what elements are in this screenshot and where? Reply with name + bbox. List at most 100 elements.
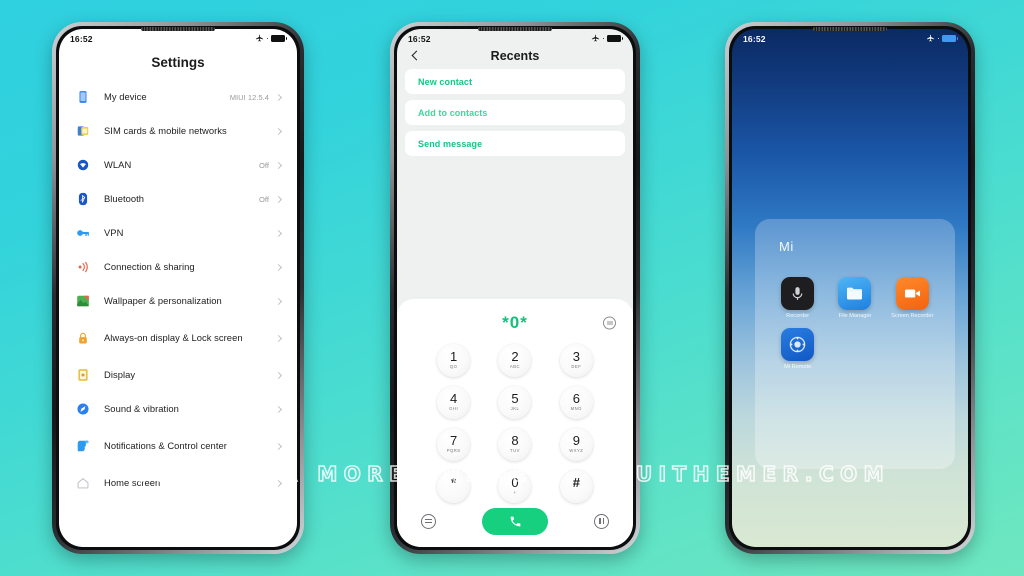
dial-key-0[interactable]: 0 + (498, 469, 532, 503)
page-title: Recents (490, 48, 540, 63)
options-circle-icon[interactable] (603, 316, 616, 330)
chevron-right-icon (274, 127, 283, 135)
remote-control-icon (781, 328, 815, 361)
battery-icon (271, 35, 287, 42)
key-digit: # (572, 474, 580, 490)
dial-key-4[interactable]: 4 GHI (437, 385, 471, 419)
phone-settings: 16:52 Settings My device MIUI 12.5.4 SIM… (52, 22, 304, 554)
microphone-icon (781, 277, 815, 310)
action-add-to-contacts[interactable]: Add to contacts (405, 100, 625, 125)
dial-panel: *0* 1 QO 2 ABC 3 DEF 4 GHI 5 JKL 6 MNO 7… (397, 299, 633, 547)
action-new-contact[interactable]: New contact (405, 69, 625, 94)
settings-item-always-on-display[interactable]: Always-on display & Lock screen (59, 318, 297, 358)
status-time: 16:52 (408, 33, 431, 44)
key-digit: 6 (572, 390, 580, 406)
pause-circle-icon[interactable] (594, 513, 609, 529)
settings-item-label: VPN (104, 227, 124, 239)
wallpaper-background: 16:52 Settings My device MIUI 12.5.4 SIM… (0, 0, 1024, 576)
key-digit: 1 (450, 348, 458, 364)
phone-bezel: 16:52 Mi Recorder File Manager Screen Re… (729, 26, 971, 550)
status-separator-dot (937, 37, 939, 40)
settings-item-my-device[interactable]: My device MIUI 12.5.4 (59, 80, 297, 114)
app-screen-recorder[interactable]: Screen Recorder (884, 277, 941, 320)
video-camera-icon (895, 277, 929, 310)
settings-item-sound-vibration[interactable]: Sound & vibration (59, 392, 297, 426)
chevron-right-icon (274, 334, 283, 342)
app-mi-remote[interactable]: Mi Remote (769, 328, 826, 371)
chevron-right-icon (274, 93, 283, 101)
settings-item-display[interactable]: Display (59, 358, 297, 392)
dial-key-7[interactable]: 7 PQRS (437, 427, 471, 461)
bluetooth-icon (78, 192, 88, 206)
app-file-manager[interactable]: File Manager (826, 277, 883, 320)
dial-key-2[interactable]: 2 ABC (498, 343, 532, 377)
dial-key-star[interactable]: * (437, 469, 471, 503)
dial-key-9[interactable]: 9 WXYZ (559, 427, 593, 461)
chevron-right-icon (274, 229, 283, 237)
settings-list: My device MIUI 12.5.4 SIM cards & mobile… (59, 80, 297, 504)
settings-item-label: Notifications & Control center (104, 440, 227, 452)
settings-item-wlan[interactable]: WLAN Off (59, 148, 297, 182)
airplane-mode-icon (255, 34, 263, 42)
settings-item-sim-cards[interactable]: SIM cards & mobile networks (59, 114, 297, 148)
menu-circle-icon[interactable] (421, 513, 436, 529)
folder-icon (838, 277, 872, 310)
status-bar: 16:52 (397, 29, 633, 48)
settings-screen: 16:52 Settings My device MIUI 12.5.4 SIM… (59, 29, 297, 547)
key-digit: 9 (572, 432, 580, 448)
phone-bezel: 16:52 Settings My device MIUI 12.5.4 SIM… (56, 26, 300, 550)
earpiece-grille (478, 27, 552, 31)
status-separator-dot (602, 37, 604, 40)
settings-item-notifications[interactable]: Notifications & Control center (59, 426, 297, 466)
dial-key-hash[interactable]: # (559, 469, 593, 503)
status-bar: 16:52 (732, 29, 968, 48)
key-letters: WXYZ (569, 448, 584, 454)
phone-dialer: 16:52 Recents New contact Add to contact… (390, 22, 640, 554)
battery-icon (607, 35, 623, 42)
sim-card-icon (77, 126, 89, 136)
wifi-icon (77, 159, 89, 171)
key-letters: QO (449, 364, 458, 370)
settings-item-home-screen[interactable]: Home screen (59, 466, 297, 500)
notification-icon (77, 440, 89, 452)
settings-item-value: Off (259, 160, 269, 170)
settings-item-connection-sharing[interactable]: Connection & sharing (59, 250, 297, 284)
app-label: Recorder (786, 313, 810, 319)
key-icon (77, 230, 89, 236)
chevron-right-icon (274, 263, 283, 271)
dial-display: *0* (397, 307, 633, 339)
dial-key-1[interactable]: 1 QO (437, 343, 471, 377)
settings-item-label: WLAN (104, 159, 132, 171)
settings-item-label: Always-on display & Lock screen (104, 332, 243, 344)
dial-key-6[interactable]: 6 MNO (559, 385, 593, 419)
chevron-right-icon (274, 405, 283, 413)
status-icons (255, 34, 287, 43)
key-letters: ABC (509, 364, 521, 370)
key-letters: MNO (570, 406, 582, 412)
status-icons (591, 34, 623, 43)
app-recorder[interactable]: Recorder (769, 277, 826, 320)
settings-item-wallpaper[interactable]: Wallpaper & personalization (59, 284, 297, 318)
earpiece-grille (141, 27, 215, 31)
phone-icon (79, 91, 87, 103)
back-chevron-icon[interactable] (411, 50, 422, 61)
app-folder-widget[interactable]: Mi Recorder File Manager Screen Recorder… (755, 219, 955, 469)
key-digit: 8 (511, 432, 519, 448)
dial-key-3[interactable]: 3 DEF (559, 343, 593, 377)
key-letters: DEF (571, 364, 582, 370)
recents-header: Recents (397, 48, 633, 69)
key-digit: 0 (511, 474, 519, 490)
key-letters: JKL (510, 406, 520, 412)
dial-key-5[interactable]: 5 JKL (498, 385, 532, 419)
call-button[interactable] (482, 507, 548, 535)
action-send-message[interactable]: Send message (405, 131, 625, 156)
key-letters: + (513, 490, 517, 496)
airplane-mode-icon (926, 34, 934, 42)
settings-item-bluetooth[interactable]: Bluetooth Off (59, 182, 297, 216)
chevron-right-icon (274, 479, 283, 487)
settings-item-label: Sound & vibration (104, 403, 179, 415)
dial-key-8[interactable]: 8 TUV (498, 427, 532, 461)
settings-item-vpn[interactable]: VPN (59, 216, 297, 250)
dialed-number: *0* (502, 313, 528, 332)
dial-bottom-bar (397, 507, 633, 547)
